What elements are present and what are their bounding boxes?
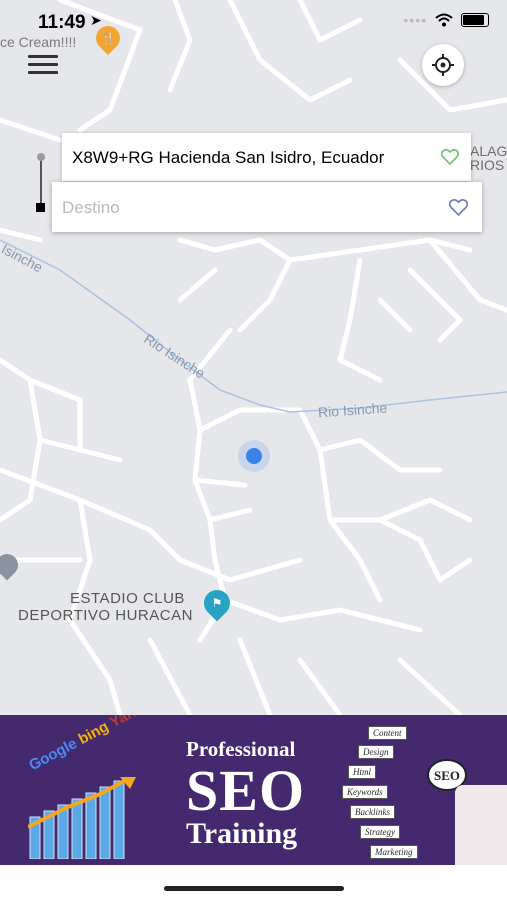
ad-seo-badge-text: SEO (434, 768, 460, 783)
menu-bar-2 (28, 63, 58, 66)
favorite-origin-heart-icon[interactable] (441, 149, 459, 165)
recenter-button[interactable] (422, 44, 464, 86)
destination-placeholder: Destino (62, 198, 120, 217)
menu-bar-3 (28, 71, 58, 74)
route-connector (40, 161, 42, 205)
ad-keyword: Marketing (370, 845, 418, 859)
ad-keyword: Keywords (342, 785, 388, 799)
user-location-dot (238, 440, 270, 472)
ad-keyword: Design (358, 745, 394, 759)
signal-icon: •••• (403, 12, 427, 28)
battery-icon (461, 13, 489, 27)
crosshair-icon (432, 54, 454, 76)
ad-brand-bing: bing (75, 718, 112, 748)
ad-brand-logos: Google bing Yahoo! (26, 715, 159, 774)
ad-title-line3: Training (186, 817, 298, 850)
ad-keyword: Backlinks (350, 805, 395, 819)
origin-address: X8W9+RG Hacienda San Isidro, Ecuador (72, 148, 385, 167)
stadium-label[interactable]: ESTADIO CLUB DEPORTIVO HURACAN (18, 590, 193, 624)
restaurant-pin-icon[interactable]: 🍴 (91, 21, 125, 55)
ad-hand-illustration (455, 785, 507, 865)
menu-bar-1 (28, 55, 58, 58)
destination-marker-icon (36, 203, 45, 212)
origin-marker-icon (37, 153, 45, 161)
stadium-pin-icon[interactable]: ⚑ (198, 584, 236, 622)
ad-keyword: Html (348, 765, 376, 779)
status-icons: •••• (403, 12, 489, 28)
poi-ice-cream-label[interactable]: ce Cream!!!! (0, 34, 76, 50)
wifi-icon (435, 13, 453, 27)
ad-brand-google: Google (26, 734, 80, 775)
ad-brand-yahoo: Yahoo! (107, 715, 159, 731)
poi-partial-label-2: RIOS (470, 157, 505, 173)
origin-field[interactable]: X8W9+RG Hacienda San Isidro, Ecuador (62, 133, 471, 181)
ad-title-line2: SEO (186, 758, 306, 823)
ad-keyword: Strategy (360, 825, 400, 839)
ad-keyword: Content (368, 726, 407, 740)
favorite-destination-heart-icon[interactable] (449, 199, 468, 216)
ad-banner[interactable]: Google bing Yahoo! Professional SEO Trai… (0, 715, 507, 865)
menu-button[interactable] (28, 50, 60, 80)
stadium-line-1: ESTADIO CLUB (70, 590, 185, 607)
home-area (0, 865, 507, 900)
destination-field[interactable]: Destino (52, 182, 482, 232)
ad-growth-chart-icon (28, 777, 136, 859)
home-indicator[interactable] (164, 886, 344, 891)
status-time: 11:49 (38, 12, 86, 33)
stadium-line-2: DEPORTIVO HURACAN (18, 607, 193, 624)
